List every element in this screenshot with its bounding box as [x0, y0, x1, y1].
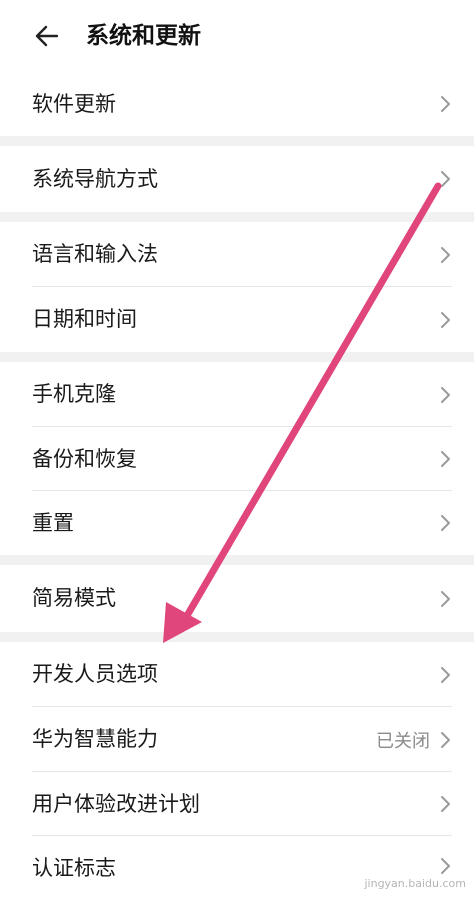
settings-item-simple-mode[interactable]: 简易模式 — [0, 565, 474, 632]
settings-item-label: 手机克隆 — [32, 382, 116, 406]
chevron-right-icon — [441, 796, 450, 812]
settings-item-language-input[interactable]: 语言和输入法 — [0, 222, 474, 287]
settings-item-label: 软件更新 — [32, 92, 116, 116]
settings-item-label: 认证标志 — [32, 856, 116, 880]
settings-item-backup-restore[interactable]: 备份和恢复 — [0, 427, 474, 491]
settings-item-label: 用户体验改进计划 — [32, 792, 200, 816]
chevron-right-icon — [441, 666, 450, 683]
chevron-right-icon — [441, 451, 450, 467]
chevron-right-icon — [441, 386, 450, 403]
group-divider — [0, 632, 474, 642]
arrow-left-icon[interactable] — [30, 18, 66, 54]
settings-item-phone-clone[interactable]: 手机克隆 — [0, 362, 474, 427]
group-divider — [0, 136, 474, 146]
settings-item-huawei-ai[interactable]: 华为智慧能力 已关闭 — [0, 707, 474, 772]
settings-item-label: 简易模式 — [32, 586, 116, 610]
settings-item-label: 系统导航方式 — [32, 167, 158, 191]
chevron-right-icon — [441, 311, 450, 328]
settings-item-date-time[interactable]: 日期和时间 — [0, 287, 474, 352]
chevron-right-icon — [441, 858, 450, 874]
chevron-right-icon — [441, 731, 450, 748]
status-value: 已关闭 — [376, 730, 430, 752]
settings-item-developer-options[interactable]: 开发人员选项 — [0, 642, 474, 707]
chevron-right-icon — [441, 96, 450, 112]
group-divider — [0, 212, 474, 222]
settings-item-label: 重置 — [32, 511, 74, 535]
chevron-right-icon — [441, 171, 450, 187]
settings-item-label: 华为智慧能力 — [32, 727, 158, 751]
chevron-right-icon — [441, 590, 450, 607]
app-header: 系统和更新 — [0, 0, 474, 72]
settings-item-label: 日期和时间 — [32, 307, 137, 331]
group-divider — [0, 555, 474, 565]
watermark: jingyan.baidu.com — [364, 877, 466, 890]
settings-item-reset[interactable]: 重置 — [0, 491, 474, 555]
chevron-right-icon — [441, 246, 450, 263]
page-title: 系统和更新 — [86, 23, 201, 49]
settings-item-label: 开发人员选项 — [32, 662, 158, 686]
settings-item-navigation[interactable]: 系统导航方式 — [0, 146, 474, 212]
settings-item-label: 备份和恢复 — [32, 447, 137, 471]
settings-item-user-experience[interactable]: 用户体验改进计划 — [0, 772, 474, 836]
chevron-right-icon — [441, 515, 450, 531]
settings-item-label: 语言和输入法 — [32, 242, 158, 266]
group-divider — [0, 352, 474, 362]
settings-item-software-update[interactable]: 软件更新 — [0, 72, 474, 136]
